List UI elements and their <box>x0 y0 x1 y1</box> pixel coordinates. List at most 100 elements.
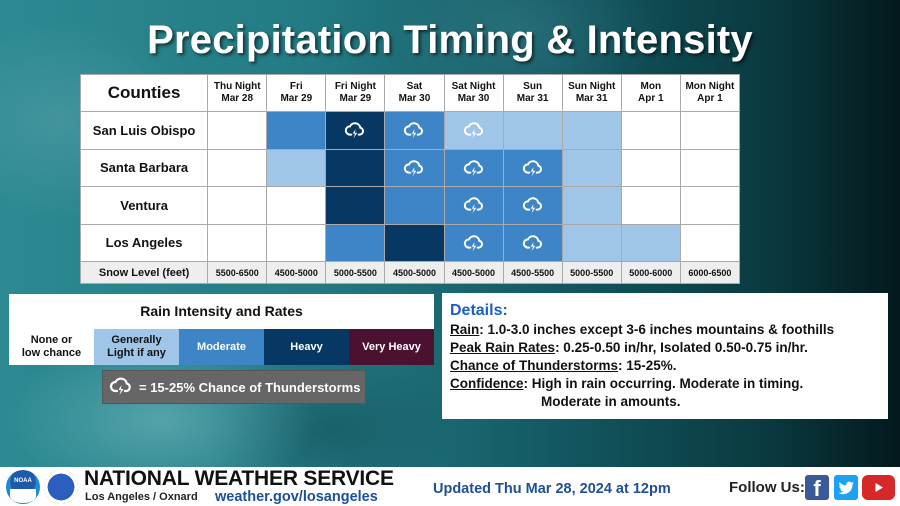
cloud-lightning-icon <box>385 157 443 179</box>
intensity-cell <box>620 148 681 187</box>
period-header: Mon Apr 1 <box>620 74 681 112</box>
intensity-cell <box>443 148 504 187</box>
intensity-cell <box>561 223 622 262</box>
intensity-cell <box>325 186 386 225</box>
county-name: Los Angeles <box>79 223 209 262</box>
intensity-cell <box>266 186 327 225</box>
snow-level-row: Snow Level (feet) 5500-6500 4500-5000 50… <box>79 261 741 284</box>
nws-logo-icon <box>44 470 78 504</box>
intensity-cell <box>679 223 741 262</box>
snow-level-cell: 4500-5500 <box>502 261 563 284</box>
twitter-icon[interactable] <box>834 475 858 500</box>
cloud-lightning-icon <box>445 157 503 179</box>
period-header: Sun Mar 31 <box>502 74 563 112</box>
intensity-cell <box>207 186 268 225</box>
period-header: Thu Night Mar 28 <box>207 74 268 112</box>
cloud-lightning-icon <box>504 157 562 179</box>
page-title: Precipitation Timing & Intensity <box>147 18 753 62</box>
intensity-cell <box>561 148 622 187</box>
legend-very-heavy: Very Heavy <box>349 329 434 365</box>
updated-timestamp: Updated Thu Mar 28, 2024 at 12pm <box>433 481 671 497</box>
intensity-cell <box>502 223 563 262</box>
details-confidence: Confidence: High in rain occurring. Mode… <box>450 376 804 391</box>
cloud-lightning-icon <box>504 194 562 216</box>
cloud-lightning-icon <box>109 374 139 401</box>
county-row: Ventura <box>79 186 741 225</box>
period-header: Sat Mar 30 <box>384 74 445 112</box>
intensity-cell <box>384 148 445 187</box>
intensity-cell <box>325 148 386 187</box>
snow-level-cell: 5500-6500 <box>207 261 268 284</box>
cloud-lightning-icon <box>445 119 503 141</box>
cloud-lightning-icon <box>385 119 443 141</box>
intensity-cell <box>679 148 741 187</box>
follow-us-label: Follow Us: <box>729 479 805 496</box>
cloud-lightning-icon <box>445 194 503 216</box>
intensity-cell <box>502 111 563 150</box>
details-confidence-cont: Moderate in amounts. <box>541 394 681 409</box>
snow-level-cell: 5000-6000 <box>620 261 681 284</box>
legend-none: None or low chance <box>9 329 94 365</box>
cloud-lightning-icon <box>326 119 384 141</box>
period-header: Mon Night Apr 1 <box>679 74 741 112</box>
legend-levels: None or low chance Generally Light if any … <box>9 329 434 365</box>
period-header: Fri Mar 29 <box>266 74 327 112</box>
intensity-cell <box>207 148 268 187</box>
agency-name: NATIONAL WEATHER SERVICE <box>84 467 394 490</box>
intensity-cell <box>561 111 622 150</box>
intensity-cell <box>561 186 622 225</box>
counties-header: Counties <box>79 74 209 112</box>
details-panel: Details: Rain: 1.0-3.0 inches except 3-6… <box>442 293 888 419</box>
intensity-cell <box>266 111 327 150</box>
intensity-cell <box>266 148 327 187</box>
intensity-cell <box>679 111 741 150</box>
intensity-cell <box>443 111 504 150</box>
details-rain: Rain: 1.0-3.0 inches except 3-6 inches m… <box>450 322 835 337</box>
legend-moderate: Moderate <box>179 329 264 365</box>
legend-light: Generally Light if any <box>94 329 179 365</box>
website-link[interactable]: weather.gov/losangeles <box>215 489 378 505</box>
snow-level-cell: 5000-5500 <box>325 261 386 284</box>
intensity-cell <box>384 223 445 262</box>
legend-title: Rain Intensity and Rates <box>140 303 303 319</box>
footer: NOAA NATIONAL WEATHER SERVICE Los Angele… <box>0 467 900 506</box>
rain-intensity-legend: Rain Intensity and Rates None or low chan… <box>9 294 434 365</box>
period-header: Sun Night Mar 31 <box>561 74 622 112</box>
intensity-cell <box>502 148 563 187</box>
legend-heavy: Heavy <box>264 329 349 365</box>
precip-timing-table: Counties Thu Night Mar 28 Fri Mar 29 Fri N… <box>79 74 741 284</box>
details-thunderstorms: Chance of Thunderstorms: 15-25%. <box>450 358 677 373</box>
intensity-cell <box>620 186 681 225</box>
intensity-cell <box>207 111 268 150</box>
snow-level-label: Snow Level (feet) <box>79 261 209 284</box>
youtube-icon[interactable] <box>862 475 895 500</box>
details-title: Details: <box>450 302 508 319</box>
intensity-cell <box>325 223 386 262</box>
intensity-cell <box>620 223 681 262</box>
intensity-cell <box>502 186 563 225</box>
intensity-cell <box>384 186 445 225</box>
county-row: Santa Barbara <box>79 148 741 187</box>
office-name: Los Angeles / Oxnard <box>85 491 198 503</box>
cloud-lightning-icon <box>445 232 503 254</box>
period-header: Fri Night Mar 29 <box>325 74 386 112</box>
county-row: Los Angeles <box>79 223 741 262</box>
thunderstorm-key-text: = 15-25% Chance of Thunderstorms <box>139 379 361 395</box>
snow-level-cell: 4500-5000 <box>266 261 327 284</box>
facebook-icon[interactable]: f <box>805 475 829 501</box>
county-name: San Luis Obispo <box>79 111 209 150</box>
details-rates: Peak Rain Rates: 0.25-0.50 in/hr, Isolat… <box>450 340 808 355</box>
snow-level-cell: 4500-5000 <box>443 261 504 284</box>
intensity-cell <box>207 223 268 262</box>
thunderstorm-key: = 15-25% Chance of Thunderstorms <box>102 370 366 404</box>
snow-level-cell: 5000-5500 <box>561 261 622 284</box>
county-row: San Luis Obispo <box>79 111 741 150</box>
intensity-cell <box>325 111 386 150</box>
county-name: Santa Barbara <box>79 148 209 187</box>
snow-level-cell: 6000-6500 <box>679 261 741 284</box>
intensity-cell <box>443 186 504 225</box>
county-name: Ventura <box>79 186 209 225</box>
snow-level-cell: 4500-5000 <box>384 261 445 284</box>
noaa-logo-icon: NOAA <box>6 470 40 504</box>
intensity-cell <box>620 111 681 150</box>
